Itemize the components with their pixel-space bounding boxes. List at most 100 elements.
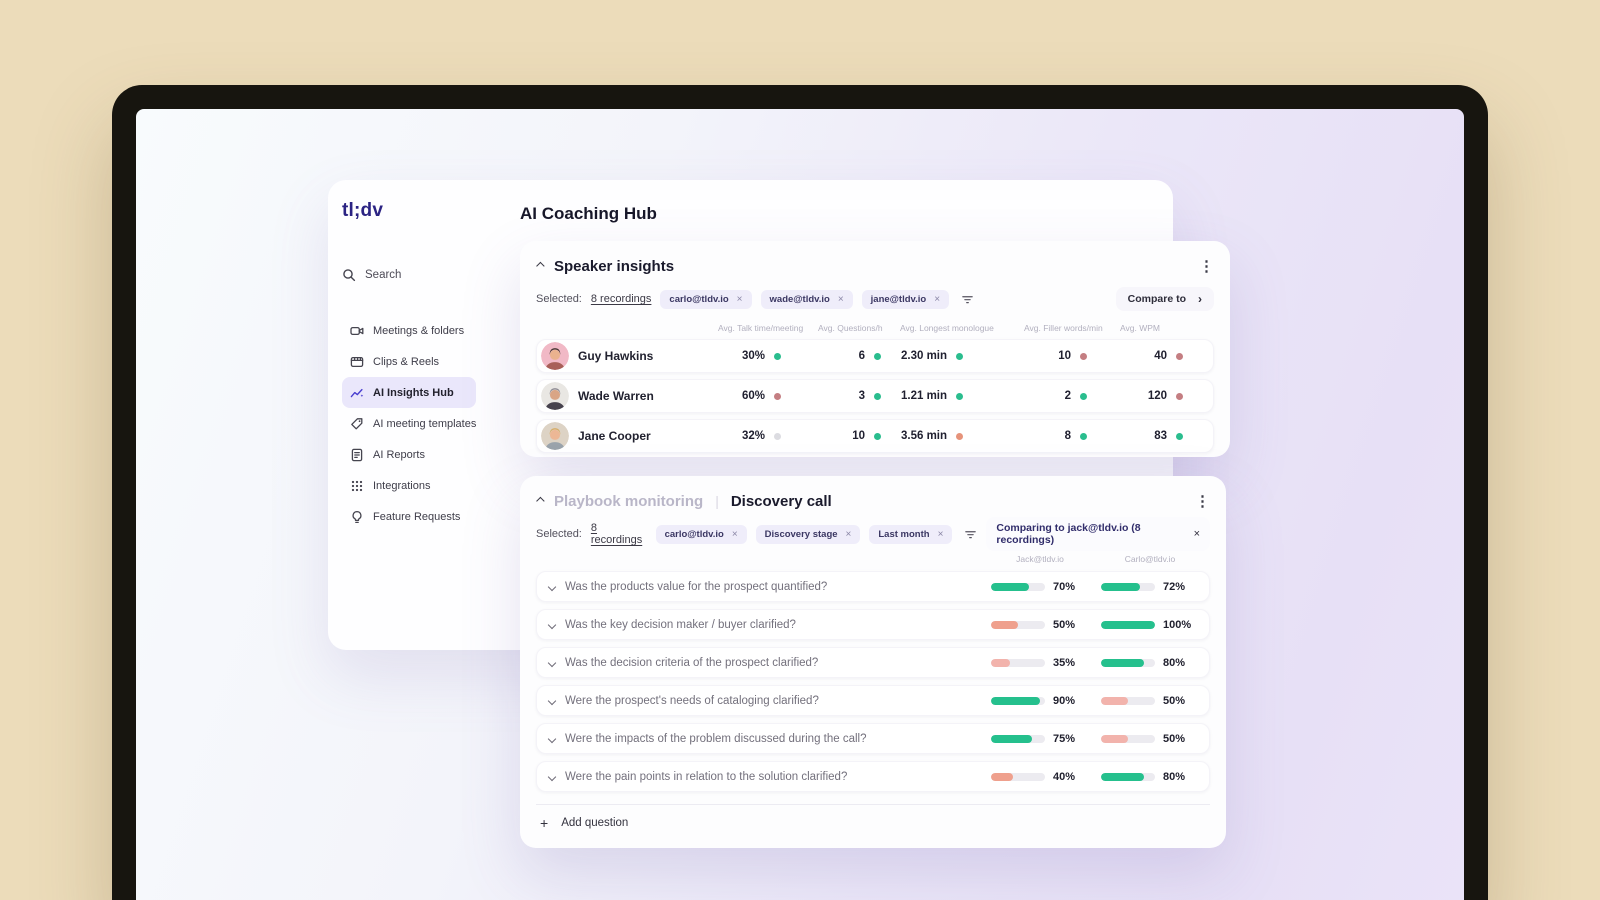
metric-cell: 40 — [1121, 350, 1203, 362]
percent-jack: 75% — [1053, 732, 1076, 745]
sidebar-item-feature-requests[interactable]: Feature Requests — [342, 501, 476, 532]
chip-label: Last month — [878, 528, 930, 540]
question-text: Were the prospect's needs of cataloging … — [565, 694, 819, 707]
search-button[interactable]: Search — [342, 268, 476, 282]
speaker-row-guy-hawkins[interactable]: Guy Hawkins 30% 6 2.30 min 10 40 — [536, 339, 1214, 373]
percent-jack: 50% — [1053, 618, 1076, 631]
kebab-menu-icon[interactable]: ⋮ — [1199, 259, 1214, 274]
status-dot-green — [956, 392, 964, 400]
filter-icon[interactable] — [964, 528, 977, 541]
close-icon[interactable]: × — [938, 529, 944, 540]
metric-value: 30% — [741, 350, 765, 362]
question-text: Was the products value for the prospect … — [565, 580, 828, 593]
sidebar-item-ai-reports[interactable]: AI Reports — [342, 439, 476, 470]
avatar — [541, 382, 569, 410]
close-icon[interactable]: × — [838, 294, 844, 305]
close-icon[interactable]: × — [846, 529, 852, 540]
metric-cell: 30% — [719, 350, 819, 362]
question-list: Was the products value for the prospect … — [536, 571, 1210, 792]
status-dot-green — [774, 352, 781, 360]
filter-chip-last-month[interactable]: Last month × — [869, 524, 953, 544]
progress-bar-carlo — [1101, 734, 1155, 743]
collapse-chevron-up-icon[interactable] — [536, 496, 545, 506]
compare-to-button[interactable]: Compare to › — [1115, 287, 1214, 311]
close-icon[interactable]: × — [1194, 528, 1200, 540]
speaker-row-wade-warren[interactable]: Wade Warren 60% 3 1.21 min 2 120 — [536, 379, 1214, 413]
progress-bar-jack — [991, 772, 1045, 781]
question-row[interactable]: Were the pain points in relation to the … — [536, 761, 1210, 792]
sidebar-item-ai-meeting-templates[interactable]: AI meeting templates — [342, 408, 476, 439]
filter-chip-carlo-tldv-io[interactable]: carlo@tldv.io × — [655, 524, 747, 544]
laptop-screen: tl;dv Search Meetings & folders Clips & R… — [136, 109, 1464, 900]
discovery-call-title: Discovery call — [730, 492, 832, 510]
sidebar-item-clips-reels[interactable]: Clips & Reels — [342, 346, 476, 377]
status-dot-red — [774, 392, 781, 400]
grid-dots-icon — [350, 479, 364, 493]
film-clip-icon — [350, 355, 364, 369]
question-row[interactable]: Were the prospect's needs of cataloging … — [536, 685, 1210, 716]
filter-chip-carlo-tldv-io[interactable]: carlo@tldv.io × — [660, 289, 752, 309]
desktop-background: tl;dv Search Meetings & folders Clips & R… — [0, 0, 1600, 900]
metric-value: 60% — [741, 390, 765, 402]
filter-chip-wade-tldv-io[interactable]: wade@tldv.io × — [760, 289, 853, 309]
filter-chips: carlo@tldv.io × Discovery stage × Last month… — [655, 524, 953, 544]
speaker-name: Guy Hawkins — [578, 349, 654, 363]
column-header-avg-longest-monologue: Avg. Longest monologue — [900, 323, 994, 333]
progress-fill — [1101, 734, 1128, 743]
lightbulb-icon — [350, 510, 364, 524]
close-icon[interactable]: × — [732, 529, 738, 540]
question-text: Was the key decision maker / buyer clari… — [565, 618, 796, 631]
progress-bar-jack — [991, 658, 1045, 667]
progress-bar-carlo — [1101, 658, 1155, 667]
report-document-icon — [350, 448, 364, 462]
chevron-down-icon[interactable] — [547, 734, 557, 743]
selected-count-link[interactable]: 8 recordings — [591, 522, 647, 546]
filter-chip-jane-tldv-io[interactable]: jane@tldv.io × — [861, 289, 950, 309]
kebab-menu-icon[interactable]: ⋮ — [1195, 494, 1210, 509]
question-row[interactable]: Was the key decision maker / buyer clari… — [536, 609, 1210, 640]
chevron-right-icon: › — [1198, 292, 1202, 306]
chip-label: jane@tldv.io — [870, 293, 927, 305]
filter-chip-discovery-stage[interactable]: Discovery stage × — [755, 524, 861, 544]
close-icon[interactable]: × — [737, 294, 743, 305]
page-title: AI Coaching Hub — [520, 204, 657, 223]
metric-value: 40 — [1154, 350, 1167, 362]
search-label: Search — [365, 269, 402, 281]
chevron-down-icon[interactable] — [547, 696, 557, 705]
search-icon — [342, 268, 356, 282]
sidebar-item-integrations[interactable]: Integrations — [342, 470, 476, 501]
metric-cell: 60% — [719, 390, 819, 402]
question-row[interactable]: Were the impacts of the problem discusse… — [536, 723, 1210, 754]
status-dot-green — [874, 392, 881, 400]
plus-icon: + — [540, 815, 549, 831]
progress-fill — [1101, 582, 1140, 591]
chevron-down-icon[interactable] — [547, 658, 557, 667]
speaker-row-jane-cooper[interactable]: Jane Cooper 32% 10 3.56 min 8 83 — [536, 419, 1214, 453]
question-row[interactable]: Was the decision criteria of the prospec… — [536, 647, 1210, 678]
progress-fill — [991, 658, 1010, 667]
percent-jack: 40% — [1053, 770, 1076, 783]
sidebar-item-ai-insights-hub[interactable]: AI Insights Hub — [342, 377, 476, 408]
question-text: Were the pain points in relation to the … — [565, 770, 848, 783]
speaker-table: Guy Hawkins 30% 6 2.30 min 10 40 Wade Warren 60… — [536, 339, 1214, 453]
tldv-logo: tl;dv — [342, 200, 384, 221]
chevron-down-icon[interactable] — [547, 582, 557, 591]
metric-cell: 2 — [1025, 390, 1121, 402]
close-icon[interactable]: × — [934, 294, 940, 305]
column-header-avg-wpm: Avg. WPM — [1120, 323, 1160, 333]
chevron-down-icon[interactable] — [547, 620, 557, 629]
sidebar-item-meetings-folders[interactable]: Meetings & folders — [342, 315, 476, 346]
progress-fill — [1101, 772, 1145, 781]
filter-icon[interactable] — [961, 293, 974, 306]
comparing-to-chip[interactable]: Comparing to jack@tldv.io (8 recordings)… — [986, 517, 1210, 551]
progress-fill — [1101, 620, 1155, 629]
chevron-down-icon[interactable] — [547, 772, 557, 781]
selected-label: Selected: — [536, 293, 582, 305]
selected-count-link[interactable]: 8 recordings — [591, 293, 652, 305]
add-question-button[interactable]: + Add question — [536, 804, 1210, 830]
question-row[interactable]: Was the products value for the prospect … — [536, 571, 1210, 602]
collapse-chevron-up-icon[interactable] — [536, 261, 545, 271]
metric-cell: 6 — [819, 350, 901, 362]
column-header-avg-talk-time-meeting: Avg. Talk time/meeting — [718, 323, 804, 333]
sidebar-nav: Meetings & folders Clips & Reels AI Insigh… — [342, 315, 476, 532]
